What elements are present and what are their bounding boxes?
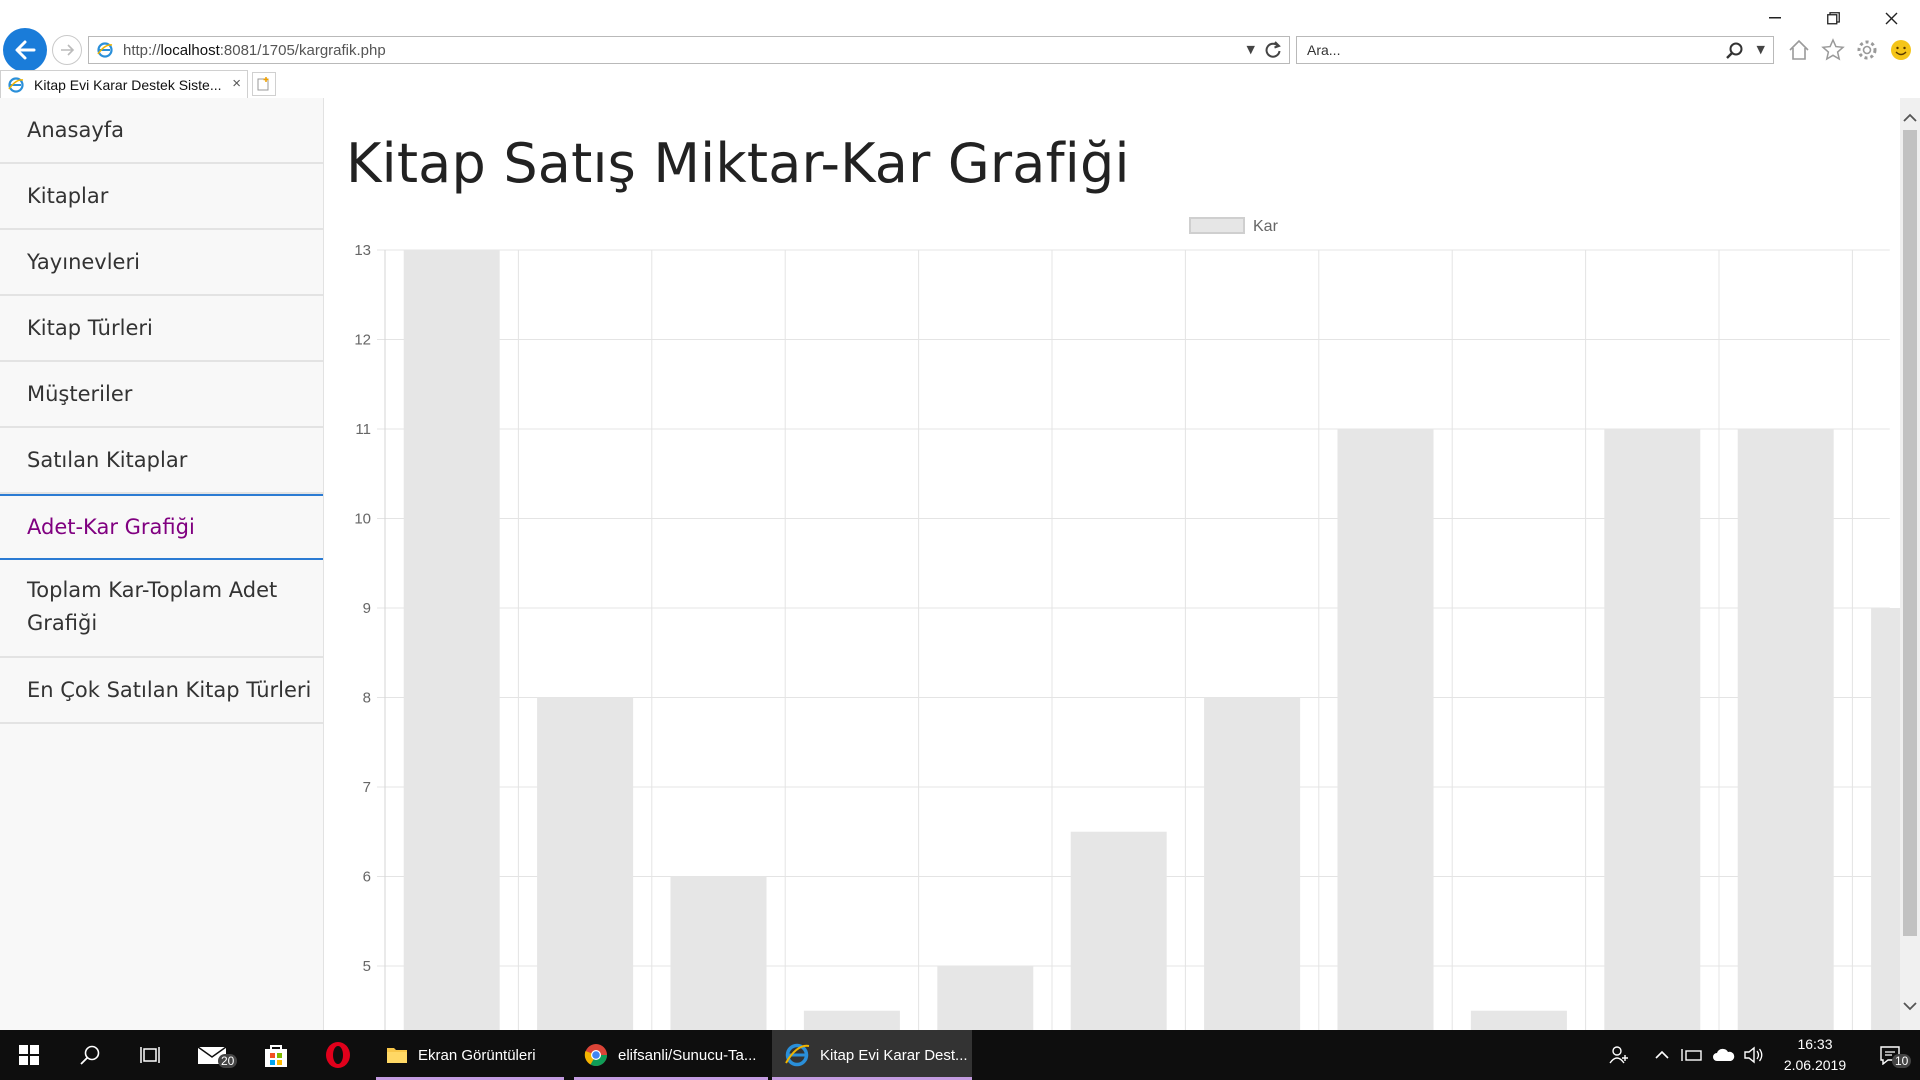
legend-swatch <box>1189 217 1245 234</box>
search-placeholder: Ara... <box>1307 42 1341 58</box>
system-clock[interactable]: 16:33 2.06.2019 <box>1770 1034 1860 1076</box>
bar-3 <box>670 876 767 1030</box>
taskbar-app-label: elifsanli/Sunucu-Ta... <box>618 1046 757 1064</box>
bar-9 <box>1470 1010 1567 1030</box>
vertical-scrollbar[interactable] <box>1900 98 1920 1030</box>
search-box[interactable]: Ara... ▼ <box>1296 36 1774 64</box>
search-icon[interactable] <box>1725 41 1745 66</box>
scroll-down-arrow-icon[interactable] <box>1902 998 1918 1014</box>
windows-taskbar: 20 Ekran Görüntüleri elifsanli/Sunucu-Ta… <box>0 1030 1920 1080</box>
refresh-icon[interactable] <box>1263 40 1283 65</box>
store-icon[interactable] <box>248 1030 304 1080</box>
forward-button[interactable] <box>52 35 82 65</box>
tab-active[interactable]: Kitap Evi Karar Destek Siste... × <box>0 70 248 98</box>
sidebar-item-adet-kar-grafigi[interactable]: Adet-Kar Grafiği <box>0 494 323 560</box>
ie-icon <box>785 1043 810 1067</box>
feedback-smiley-icon[interactable] <box>1888 36 1914 64</box>
sidebar-nav: Anasayfa Kitaplar Yayınevleri Kitap Türl… <box>0 98 324 1030</box>
taskbar-search-icon[interactable] <box>62 1030 118 1080</box>
bar-10 <box>1604 429 1701 1030</box>
bar-4 <box>803 1010 900 1030</box>
close-window-button[interactable] <box>1862 0 1920 36</box>
y-tick-label: 5 <box>363 958 371 975</box>
y-tick-label: 8 <box>363 690 371 707</box>
y-tick-label: 6 <box>363 869 371 886</box>
folder-icon <box>387 1048 407 1063</box>
y-tick-label: 9 <box>363 600 371 617</box>
mail-icon[interactable]: 20 <box>184 1030 240 1080</box>
address-bar[interactable]: http://localhost:8081/1705/kargrafik.php… <box>88 36 1290 64</box>
browser-chrome: http://localhost:8081/1705/kargrafik.php… <box>0 0 1920 72</box>
opera-icon[interactable] <box>310 1030 366 1080</box>
new-tab-button[interactable] <box>252 72 276 96</box>
onedrive-cloud-icon[interactable] <box>1710 1030 1738 1080</box>
volume-icon[interactable] <box>1740 1030 1768 1080</box>
people-icon[interactable] <box>1602 1030 1636 1080</box>
sidebar-item-en-cok-satilan-kitap-turleri[interactable]: En Çok Satılan Kitap Türleri <box>0 658 323 724</box>
y-tick-label: 7 <box>363 779 371 796</box>
ie-page-icon <box>97 42 113 63</box>
taskbar-app-label: Kitap Evi Karar Dest... <box>820 1046 968 1064</box>
taskbar-app-chrome[interactable]: elifsanli/Sunucu-Ta... <box>574 1030 768 1080</box>
bar-8 <box>1337 429 1434 1030</box>
legend-label: Kar <box>1253 218 1279 235</box>
bar-2 <box>537 697 634 1030</box>
y-tick-label: 11 <box>355 421 371 438</box>
arrow-right-icon <box>61 44 75 56</box>
settings-gear-icon[interactable] <box>1854 36 1880 64</box>
address-url: http://localhost:8081/1705/kargrafik.php <box>123 41 386 59</box>
bar-6 <box>1070 831 1167 1030</box>
y-tick-label: 10 <box>354 511 371 528</box>
address-dropdown-icon[interactable]: ▼ <box>1247 43 1255 56</box>
mail-badge: 20 <box>218 1054 238 1068</box>
tab-bar: Kitap Evi Karar Destek Siste... × <box>0 70 1920 98</box>
bar-5 <box>937 966 1034 1030</box>
taskbar-app-ie[interactable]: Kitap Evi Karar Dest... <box>772 1030 972 1080</box>
search-dropdown-icon[interactable]: ▼ <box>1757 43 1765 56</box>
taskbar-app-explorer[interactable]: Ekran Görüntüleri <box>376 1030 564 1080</box>
task-view-icon[interactable] <box>122 1030 178 1080</box>
restore-button[interactable] <box>1804 0 1862 36</box>
sidebar-item-yayinevleri[interactable]: Yayınevleri <box>0 230 323 296</box>
toolbar-icons <box>1786 36 1914 64</box>
sidebar-item-kitap-turleri[interactable]: Kitap Türleri <box>0 296 323 362</box>
bar-7 <box>1204 697 1301 1030</box>
chrome-icon <box>584 1044 607 1066</box>
taskbar-app-label: Ekran Görüntüleri <box>418 1046 536 1064</box>
sidebar-item-toplam-kar-toplam-adet-grafigi[interactable]: Toplam Kar-Toplam Adet Grafiği <box>0 560 323 658</box>
chevron-up-icon[interactable] <box>1650 1030 1674 1080</box>
y-tick-label: 12 <box>354 332 371 349</box>
tab-close-icon[interactable]: × <box>232 75 241 92</box>
sidebar-item-anasayfa[interactable]: Anasayfa <box>0 98 323 164</box>
clock-date: 2.06.2019 <box>1783 1057 1847 1073</box>
window-controls <box>1746 0 1920 36</box>
notification-badge: 10 <box>1892 1054 1912 1068</box>
notification-icon[interactable]: 10 <box>1868 1030 1912 1080</box>
tab-title: Kitap Evi Karar Destek Siste... <box>34 76 222 93</box>
favorites-star-icon[interactable] <box>1820 36 1846 64</box>
ie-tab-icon <box>8 77 24 98</box>
bar-11 <box>1737 429 1834 1030</box>
scroll-up-arrow-icon[interactable] <box>1902 110 1918 126</box>
sidebar-item-satilan-kitaplar[interactable]: Satılan Kitaplar <box>0 428 323 494</box>
bar-chart: 5 6 7 8 9 10 11 12 13 Kar <box>354 217 1900 1030</box>
minimize-button[interactable] <box>1746 0 1804 36</box>
battery-icon[interactable] <box>1678 1030 1706 1080</box>
sidebar-item-kitaplar[interactable]: Kitaplar <box>0 164 323 230</box>
bar-1 <box>403 250 500 1030</box>
sidebar-item-musteriler[interactable]: Müşteriler <box>0 362 323 428</box>
arrow-left-icon <box>15 40 36 60</box>
start-windows-icon[interactable] <box>0 1030 58 1080</box>
bar-12 <box>1871 608 1900 1030</box>
home-icon[interactable] <box>1786 36 1812 64</box>
scroll-thumb[interactable] <box>1903 130 1917 936</box>
y-tick-label: 13 <box>354 242 371 259</box>
clock-time: 16:33 <box>1797 1036 1833 1052</box>
new-tab-icon <box>257 77 269 91</box>
back-button[interactable] <box>3 28 47 72</box>
